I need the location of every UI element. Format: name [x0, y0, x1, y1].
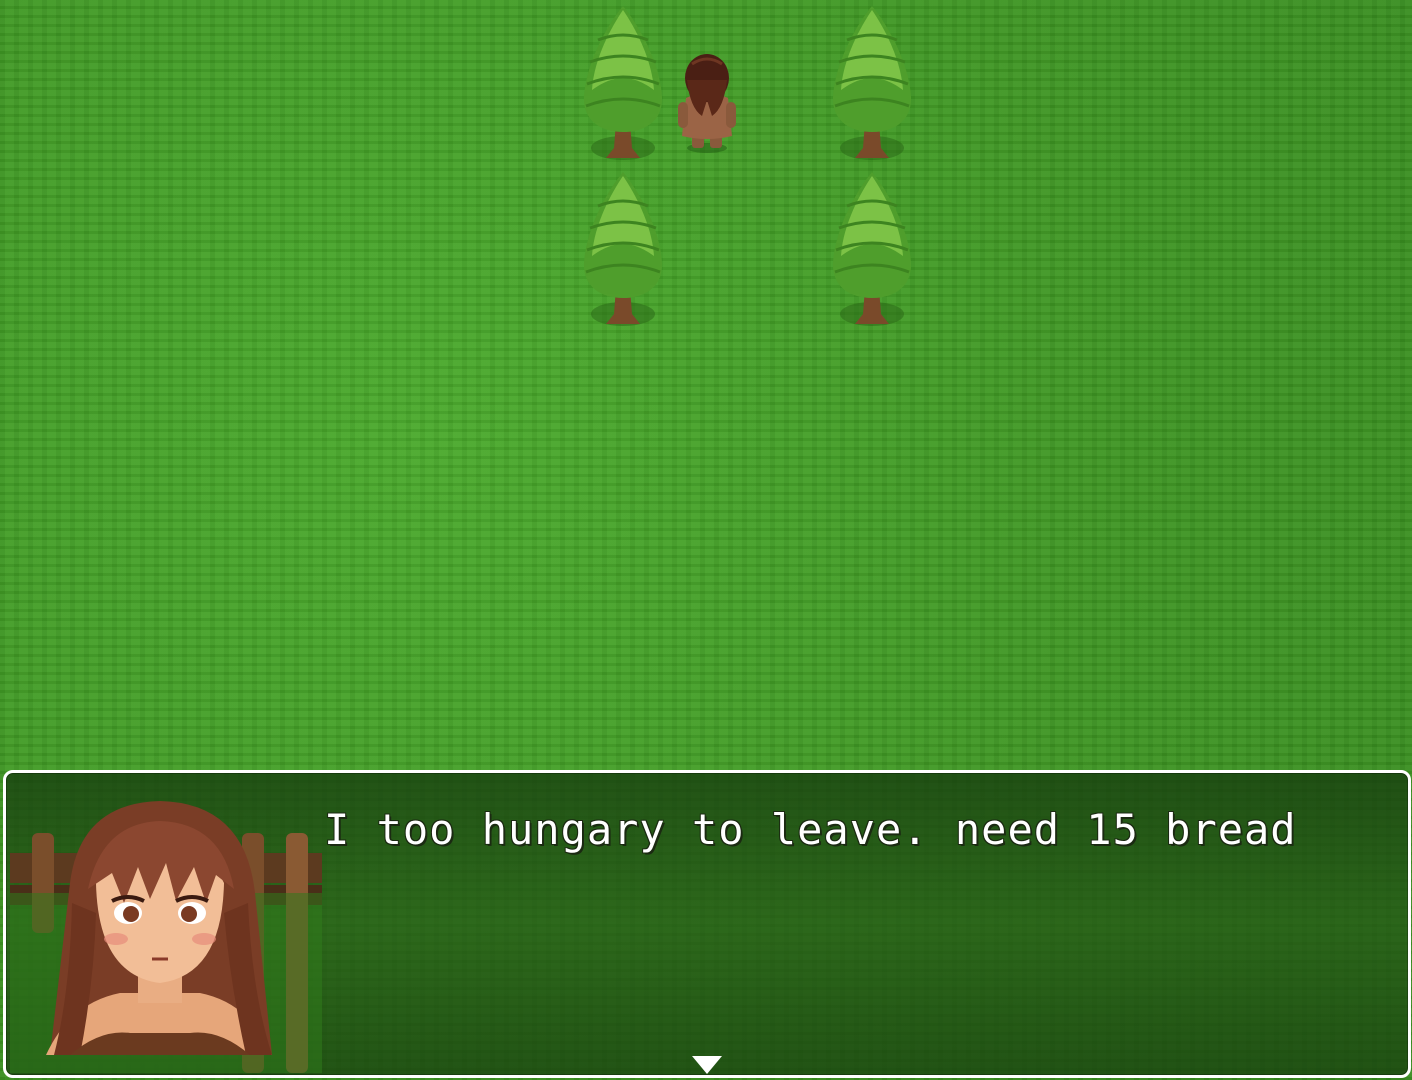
- tree-bottom-right: [827, 168, 917, 330]
- player-character: [672, 50, 742, 155]
- dialog-message: I too hungary to leave. need 15 bread: [324, 805, 1297, 854]
- speaker-portrait: [10, 793, 322, 1073]
- tree-bottom-left: [578, 168, 668, 330]
- tree-top-left: [578, 2, 668, 164]
- tree-top-right: [827, 2, 917, 164]
- continue-arrow-icon[interactable]: [692, 1056, 722, 1074]
- dialog-window[interactable]: I too hungary to leave. need 15 bread: [3, 770, 1411, 1078]
